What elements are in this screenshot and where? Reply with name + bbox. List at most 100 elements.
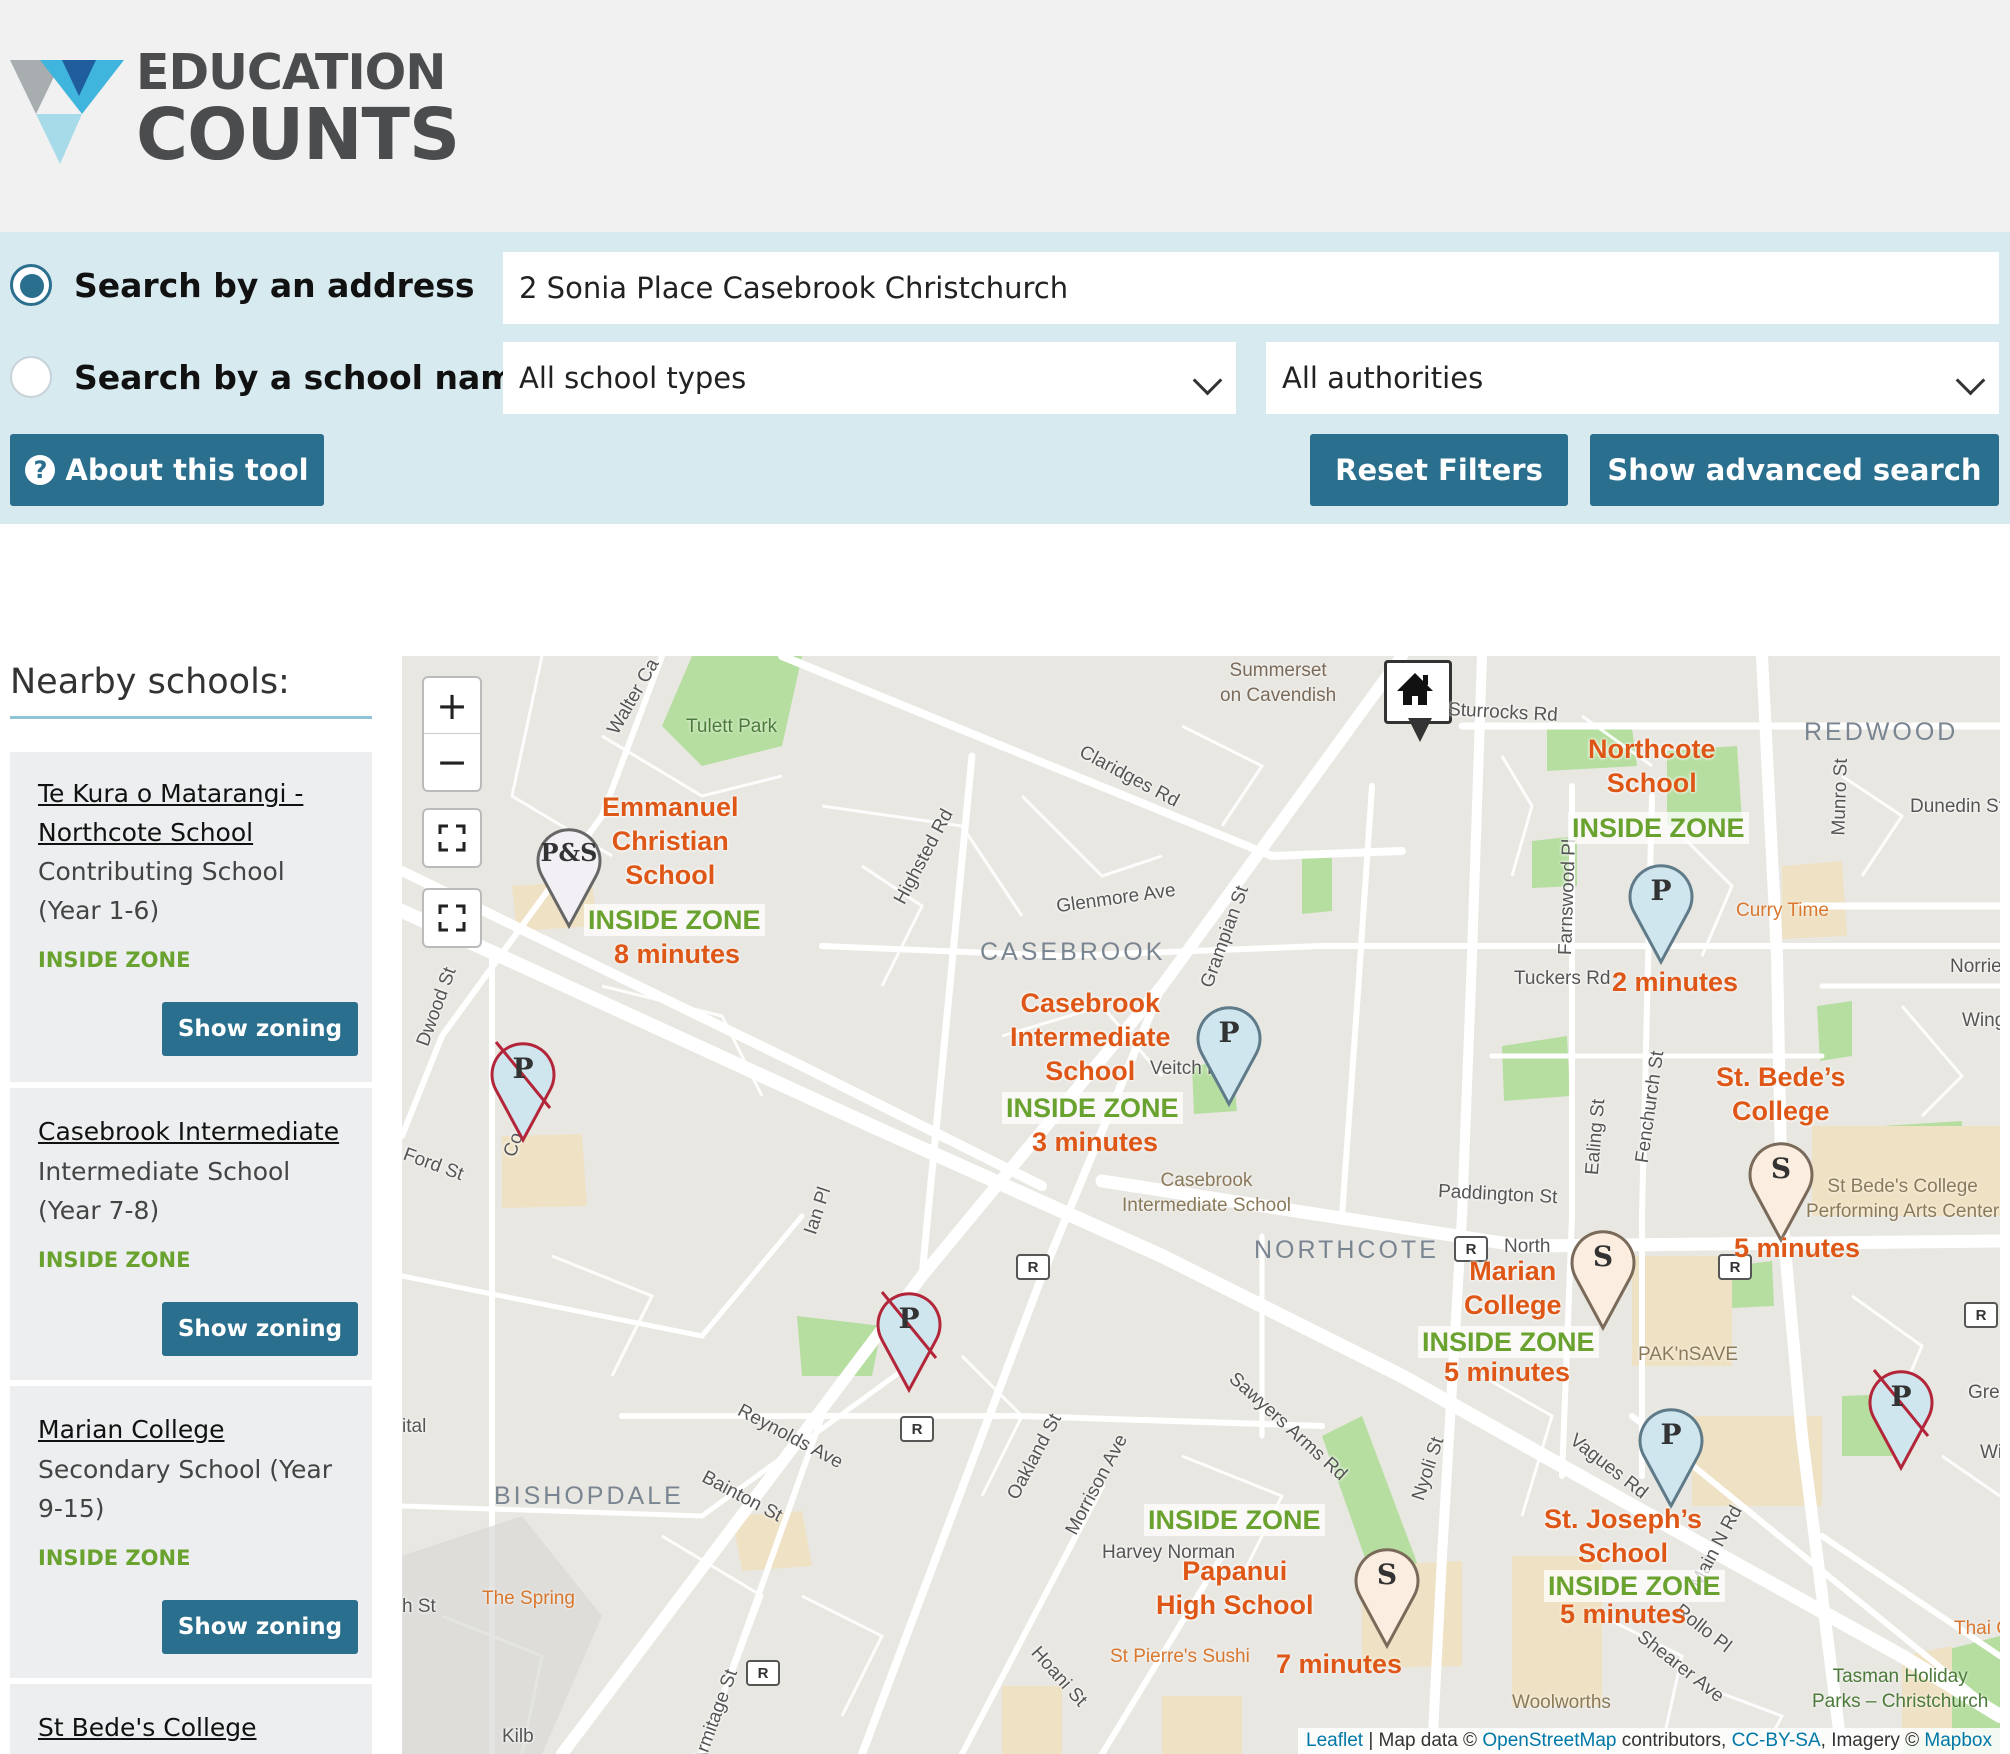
school-name-link[interactable]: Te Kura o Matarangi - Northcote School — [38, 774, 348, 852]
marker-letter: P — [898, 1302, 920, 1335]
marker-letter: P — [512, 1052, 534, 1085]
home-marker-pointer — [1408, 718, 1432, 742]
zone-status: INSIDE ZONE — [38, 1248, 191, 1272]
route-badge: R — [900, 1416, 934, 1442]
authorities-select[interactable]: All authorities — [1266, 342, 1999, 414]
school-marker-primary[interactable]: P — [1626, 860, 1696, 966]
school-map-label: Emmanuel Christian School — [602, 792, 739, 890]
poi-label: Casebrook Intermediate School — [1122, 1170, 1291, 1216]
school-marker-secondary[interactable]: S — [1352, 1544, 1422, 1650]
show-zoning-button[interactable]: Show zoning — [162, 1302, 358, 1356]
school-name-link[interactable]: St Bede's College — [38, 1708, 348, 1747]
school-map-label: Papanui High School — [1156, 1556, 1314, 1620]
marker-letter: P — [1218, 1016, 1240, 1049]
poi-label: Thai Ga — [1954, 1618, 2000, 1639]
suburb-label: BISHOPDALE — [494, 1482, 684, 1510]
home-marker-icon[interactable] — [1384, 660, 1452, 724]
poi-label: Curry Time — [1736, 900, 1829, 921]
search-by-school-option[interactable]: Search by a school name — [10, 356, 537, 398]
suburb-label: REDWOOD — [1804, 718, 1959, 746]
suburb-label: NORTHCOTE — [1254, 1236, 1439, 1264]
suburb-label: CASEBROOK — [980, 938, 1166, 966]
travel-time-label: 3 minutes — [1032, 1127, 1159, 1157]
school-type: Secondary School (Year 9-15) — [38, 1455, 332, 1523]
school-types-value: All school types — [519, 361, 747, 395]
school-map-label: Casebrook Intermediate School — [1010, 988, 1171, 1086]
show-zoning-button[interactable]: Show zoning — [162, 1600, 358, 1654]
marker-letter: P — [1650, 874, 1672, 907]
school-marker-secondary[interactable]: S — [1568, 1226, 1638, 1332]
school-map-label: St. Bede’s College — [1716, 1062, 1846, 1126]
license-link[interactable]: CC-BY-SA — [1732, 1730, 1821, 1751]
zoom-control: + − — [422, 676, 482, 792]
mapbox-link[interactable]: Mapbox — [1924, 1730, 1992, 1751]
zone-map-label: INSIDE ZONE — [1568, 812, 1749, 844]
chevron-down-icon — [1955, 365, 1986, 396]
poi-label: The Spring — [482, 1588, 575, 1609]
street-label: Winga — [1962, 1010, 2000, 1031]
school-marker-primary[interactable]: P — [1194, 1002, 1264, 1108]
street-label: Greeno — [1968, 1382, 2000, 1403]
school-map-label: St. Joseph’s School — [1544, 1504, 1703, 1568]
zone-map-label: INSIDE ZONE — [1144, 1504, 1325, 1536]
street-label: Munro St — [1828, 758, 1852, 836]
school-marker-out-of-zone[interactable]: P — [488, 1038, 558, 1144]
fullscreen-icon[interactable] — [422, 888, 482, 948]
search-by-school-radio[interactable] — [10, 356, 52, 398]
school-card: Casebrook Intermediate Intermediate Scho… — [10, 1088, 372, 1380]
about-tool-button[interactable]: ? About this tool — [10, 434, 324, 506]
poi-label: Tasman Holiday Parks – Christchurch — [1812, 1666, 1989, 1712]
poi-label: Tulett Park — [686, 716, 778, 737]
search-panel: Search by an address Search by a school … — [0, 232, 2010, 524]
fullscreen-icon[interactable] — [422, 808, 482, 868]
poi-label: Woolworths — [1512, 1692, 1611, 1713]
nearby-schools-panel: Nearby schools: Te Kura o Matarangi - No… — [10, 660, 372, 1754]
show-advanced-search-button[interactable]: Show advanced search — [1590, 434, 1999, 506]
school-marker-out-of-zone[interactable]: P — [874, 1288, 944, 1394]
address-input-value: 2 Sonia Place Casebrook Christchurch — [519, 271, 1069, 305]
zoom-in-button[interactable]: + — [424, 678, 480, 734]
zoom-out-button[interactable]: − — [424, 734, 480, 789]
search-by-address-label[interactable]: Search by an address — [74, 266, 475, 305]
school-types-select[interactable]: All school types — [503, 342, 1236, 414]
education-counts-logo-icon[interactable] — [10, 56, 130, 171]
logo-text: EDUCATION COUNTS — [136, 44, 460, 170]
logo-line1: EDUCATION — [136, 44, 446, 101]
poi-label: St Pierre's Sushi — [1110, 1646, 1250, 1667]
search-by-school-label[interactable]: Search by a school name — [74, 358, 537, 397]
marker-letter: P&S — [540, 838, 598, 867]
route-badge: R — [1016, 1254, 1050, 1280]
show-advanced-search-label: Show advanced search — [1607, 453, 1982, 487]
search-by-address-option[interactable]: Search by an address — [10, 264, 475, 306]
street-label: Wi — [1980, 1442, 2000, 1463]
route-badge: R — [746, 1660, 780, 1686]
school-type: Contributing School (Year 1-6) — [38, 857, 285, 925]
school-map-label: Marian College — [1464, 1256, 1562, 1320]
school-marker-secondary[interactable]: S — [1746, 1138, 1816, 1244]
show-zoning-button[interactable]: Show zoning — [162, 1002, 358, 1056]
school-name-link[interactable]: Casebrook Intermediate — [38, 1112, 348, 1151]
school-marker-out-of-zone[interactable]: P — [1866, 1366, 1936, 1472]
site-header: EDUCATION COUNTS — [0, 0, 2010, 232]
osm-link[interactable]: OpenStreetMap — [1482, 1730, 1616, 1751]
zone-map-label: INSIDE ZONE — [1002, 1092, 1183, 1124]
search-by-address-radio[interactable] — [10, 264, 52, 306]
map-attribution: Leaflet | Map data © OpenStreetMap contr… — [1298, 1728, 2000, 1754]
school-marker-primary[interactable]: P — [1636, 1404, 1706, 1510]
reset-filters-button[interactable]: Reset Filters — [1310, 434, 1568, 506]
zone-status: INSIDE ZONE — [38, 948, 191, 972]
poi-label: Summerset on Cavendish — [1220, 660, 1337, 706]
leaflet-link[interactable]: Leaflet — [1306, 1730, 1363, 1751]
poi-label: PAK'nSAVE — [1638, 1344, 1739, 1365]
travel-time-label: 8 minutes — [614, 939, 741, 969]
zone-map-label: INSIDE ZONE — [1418, 1326, 1599, 1358]
map[interactable]: + − CASEBROOK NORTHCOTE BISHOPDALE REDWO… — [402, 656, 2000, 1754]
address-input[interactable]: 2 Sonia Place Casebrook Christchurch — [503, 252, 1999, 324]
travel-time-label: 5 minutes — [1734, 1233, 1861, 1263]
school-type: Intermediate School (Year 7-8) — [38, 1157, 291, 1225]
school-name-link[interactable]: Marian College — [38, 1410, 348, 1449]
marker-letter: P — [1890, 1380, 1912, 1413]
about-tool-label: About this tool — [65, 453, 309, 487]
street-label: ital — [402, 1416, 427, 1437]
reset-filters-label: Reset Filters — [1335, 453, 1543, 487]
